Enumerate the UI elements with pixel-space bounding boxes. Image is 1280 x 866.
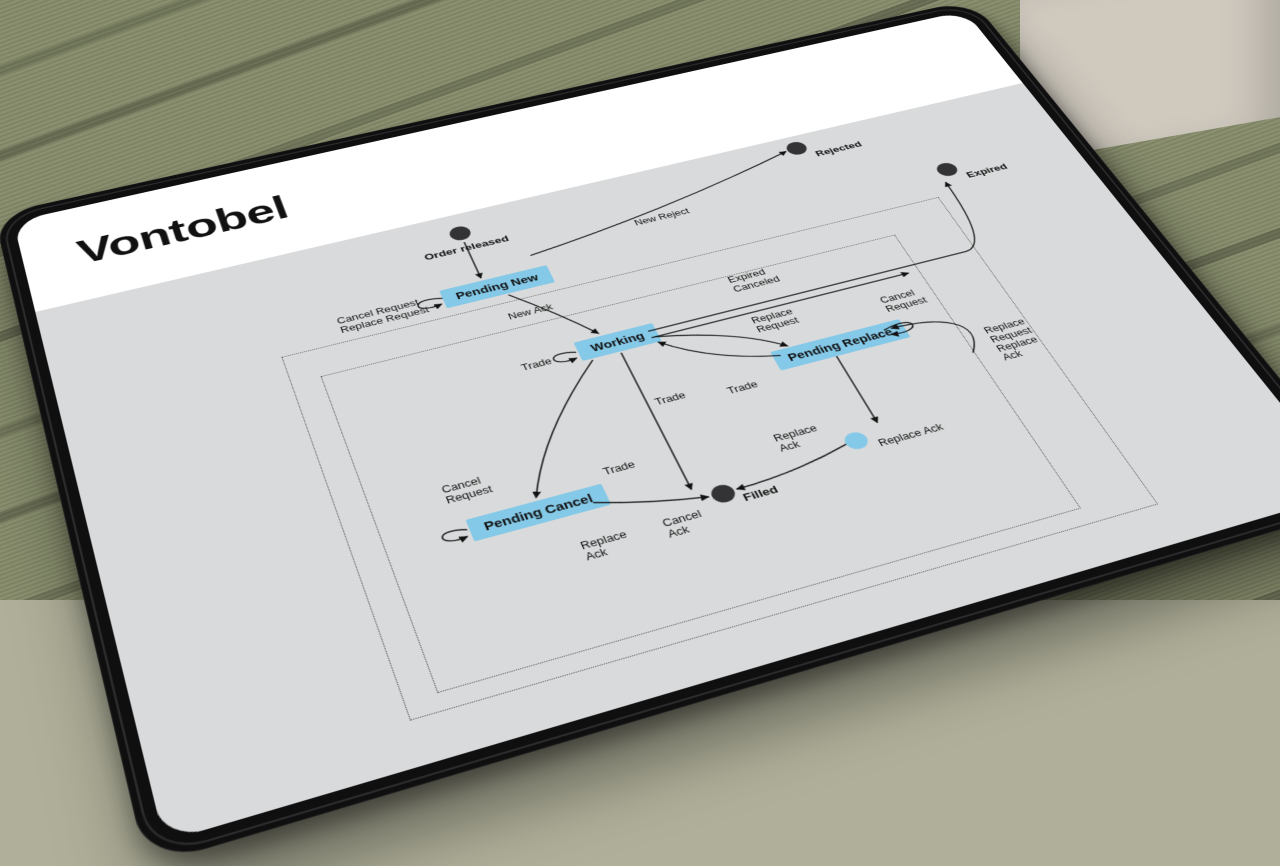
end-node-filled	[708, 483, 739, 505]
edge-trade-self: Trade	[520, 356, 554, 373]
edge-cancel-ack: CancelAck	[660, 508, 709, 540]
edge-trade-down: Trade	[653, 390, 688, 407]
label-expired: Expired	[964, 162, 1010, 180]
edge-new-reject: New Reject	[633, 207, 692, 228]
edge-trade-pc: Trade	[601, 459, 637, 477]
edge-rr-ra: ReplaceRequestReplaceAck	[982, 317, 1047, 363]
edge-trade-pr: Trade	[725, 379, 760, 396]
label-filled: Filled	[741, 483, 781, 503]
node-replace-junction	[841, 430, 871, 451]
edge-replace-ack-3: Replace Ack	[876, 422, 945, 449]
state-pending-cancel: Pending Cancel	[466, 484, 612, 542]
edge-replace-ack-1: ReplaceAck	[579, 529, 635, 563]
start-node-order-released	[447, 225, 473, 243]
end-node-rejected	[784, 140, 810, 156]
edge-cancel-request-3: CancelRequest	[440, 473, 494, 506]
end-node-expired	[934, 161, 961, 177]
edge-replace-ack-2: ReplaceAck	[771, 423, 825, 454]
label-rejected: Rejected	[813, 139, 864, 158]
diagram-outer-frame	[281, 197, 1158, 721]
